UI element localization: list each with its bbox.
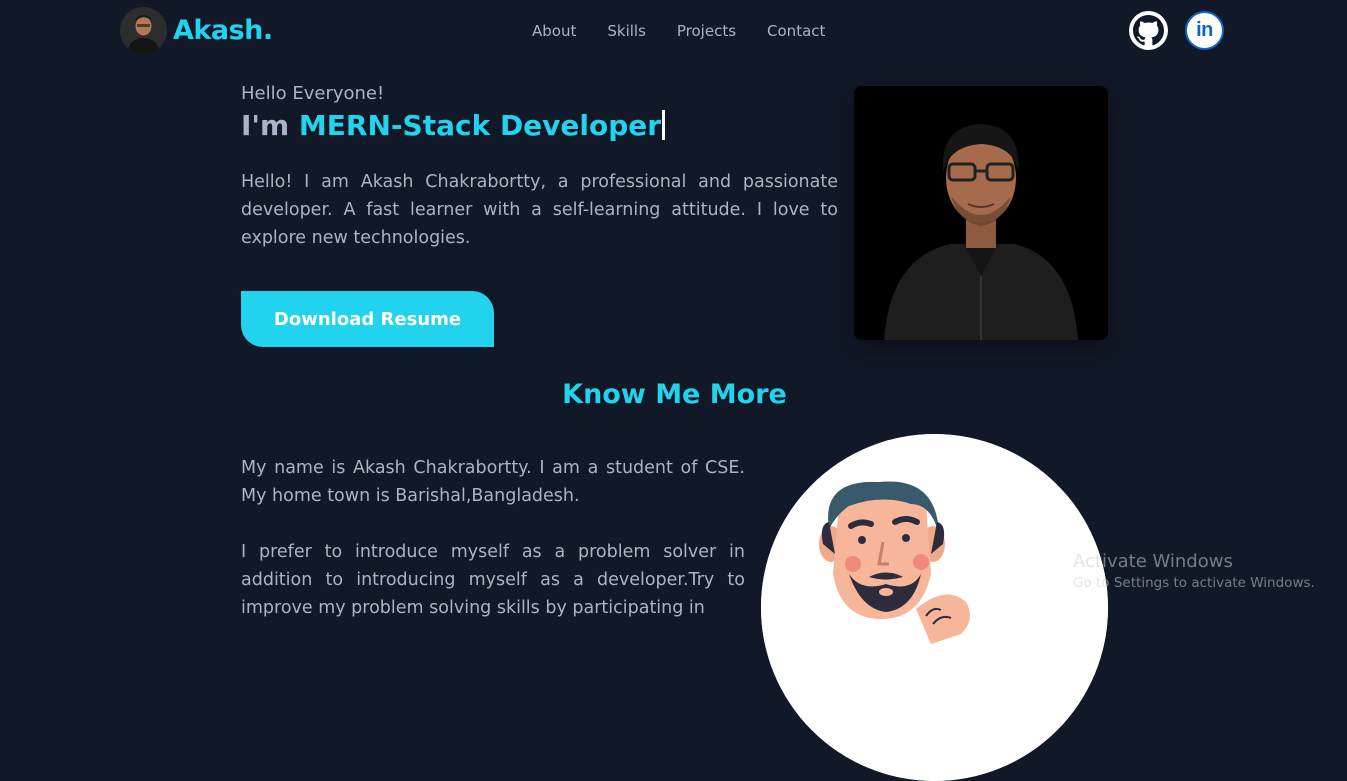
hero-headline: I'm MERN-Stack Developer — [241, 109, 666, 142]
download-resume-button[interactable]: Download Resume — [241, 291, 494, 347]
profile-portrait-icon — [854, 86, 1108, 340]
github-icon — [1133, 15, 1164, 46]
activation-subtitle: Go to Settings to activate Windows. — [1073, 575, 1315, 591]
avatar — [120, 7, 167, 54]
headline-prefix: I'm — [241, 109, 299, 142]
nav-item-about[interactable]: About — [532, 22, 576, 40]
hero-intro: Hello! I am Akash Chakrabortty, a profes… — [241, 172, 838, 248]
linkedin-icon: in — [1196, 19, 1213, 41]
windows-activation-watermark: Activate Windows Go to Settings to activ… — [1073, 551, 1315, 591]
hero-greeting: Hello Everyone! — [241, 83, 385, 104]
nav-item-skills[interactable]: Skills — [607, 22, 646, 40]
brand-name: Akash. — [173, 15, 273, 46]
about-text: My name is Akash Chakrabortty. I am a st… — [241, 454, 745, 650]
activation-title: Activate Windows — [1073, 551, 1233, 572]
thinking-man-illustration-icon — [761, 434, 1108, 781]
linkedin-link[interactable]: in — [1185, 11, 1224, 50]
about-paragraph-2: I prefer to introduce myself as a proble… — [241, 542, 745, 618]
about-section-title: Know Me More — [562, 379, 787, 410]
avatar-portrait-icon — [120, 7, 167, 54]
brand[interactable]: Akash. — [120, 7, 273, 54]
github-link[interactable] — [1129, 11, 1168, 50]
about-paragraph-1: My name is Akash Chakrabortty. I am a st… — [241, 458, 745, 506]
navbar: Akash. About Skills Projects Contact in — [0, 0, 1347, 62]
nav-item-contact[interactable]: Contact — [767, 22, 825, 40]
headline-role: MERN-Stack Developer — [298, 109, 662, 142]
nav-item-projects[interactable]: Projects — [677, 22, 736, 40]
typing-cursor — [662, 110, 666, 140]
profile-photo — [854, 86, 1108, 340]
about-illustration — [761, 434, 1108, 781]
main-menu: About Skills Projects Contact — [532, 22, 825, 40]
